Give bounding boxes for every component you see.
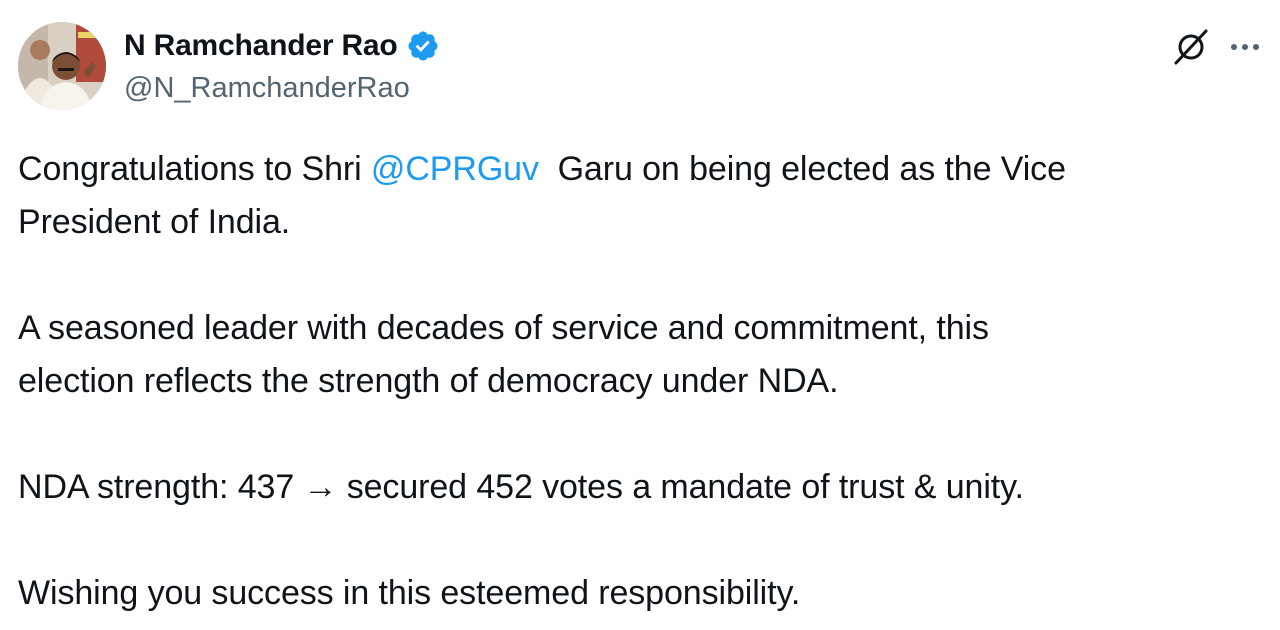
- author-handle[interactable]: @N_RamchanderRao: [124, 72, 410, 105]
- tweet-text-segment: election reflects the strength of democr…: [18, 362, 839, 400]
- tweet-paragraph-4: Wishing you success in this esteemed res…: [18, 567, 1258, 620]
- tweet-text-segment: Garu on being elected as the Vice: [538, 150, 1066, 188]
- grok-slash-icon[interactable]: [1170, 26, 1212, 68]
- tweet-card: N Ramchander Rao @N_RamchanderRao Congra…: [0, 0, 1280, 630]
- verified-badge-icon[interactable]: [406, 29, 440, 63]
- tweet-text-segment: Congratulations to Shri: [18, 150, 371, 188]
- tweet-text-segment: President of India.: [18, 203, 291, 241]
- tweet-text: Congratulations to Shri @CPRGuv Garu on …: [18, 143, 1258, 620]
- tweet-text-segment: NDA strength: 437 → secured 452 votes a …: [18, 468, 1024, 506]
- tweet-text-segment: A seasoned leader with decades of servic…: [18, 309, 989, 347]
- tweet-paragraph-3: NDA strength: 437 → secured 452 votes a …: [18, 461, 1258, 514]
- tweet-paragraph-1: Congratulations to Shri @CPRGuv Garu on …: [18, 143, 1258, 249]
- more-dots-icon[interactable]: [1224, 26, 1266, 68]
- display-name[interactable]: N Ramchander Rao: [124, 29, 398, 63]
- mention-link[interactable]: @CPRGuv: [371, 150, 539, 188]
- tweet-paragraph-2: A seasoned leader with decades of servic…: [18, 302, 1258, 408]
- tweet-text-segment: Wishing you success in this esteemed res…: [18, 574, 801, 612]
- profile-photo-icon: [18, 22, 106, 110]
- author-name-row: N Ramchander Rao: [124, 26, 440, 66]
- avatar[interactable]: [18, 22, 106, 110]
